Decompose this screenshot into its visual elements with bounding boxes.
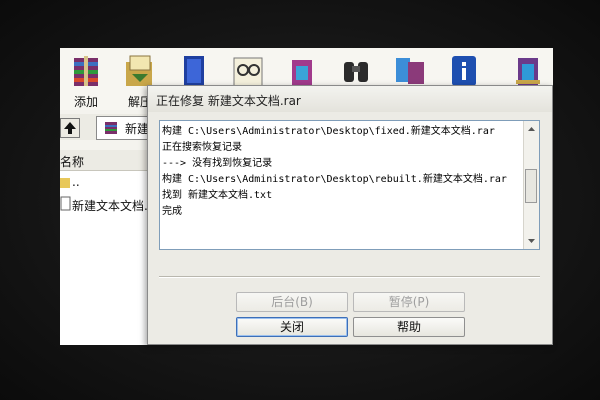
log-line: 构建 C:\Users\Administrator\Desktop\fixed.… [162, 126, 495, 137]
log-line: ---> 没有找到恢复记录 [162, 158, 273, 169]
repair-log[interactable]: 构建 C:\Users\Administrator\Desktop\fixed.… [159, 120, 540, 250]
help-button[interactable]: 帮助 [353, 317, 465, 337]
column-header-label: 名称 [60, 155, 85, 169]
archive-add-icon [74, 56, 98, 86]
list-item-name: .. [72, 175, 80, 189]
log-scrollbar[interactable] [523, 121, 539, 249]
dialog-separator [159, 276, 540, 278]
log-line: 完成 [162, 206, 182, 217]
list-item-name: 新建文本文档. [72, 199, 148, 213]
log-line: 构建 C:\Users\Administrator\Desktop\rebuil… [162, 174, 507, 185]
dialog-title: 正在修复 新建文本文档.rar [156, 94, 301, 108]
log-line: 找到 新建文本文档.txt [162, 190, 273, 201]
log-line: 正在搜索恢复记录 [162, 142, 242, 153]
up-folder-button[interactable] [60, 118, 80, 138]
close-button[interactable]: 关闭 [236, 317, 348, 337]
up-arrow-icon [64, 122, 76, 134]
scroll-up-icon[interactable] [525, 122, 538, 136]
pause-button[interactable]: 暂停(P) [353, 292, 465, 312]
repair-dialog: 正在修复 新建文本文档.rar 构建 C:\Users\Administrato… [147, 85, 553, 345]
add-button[interactable]: 添加 [62, 50, 110, 109]
address-text: 新建 [125, 122, 150, 136]
background-button[interactable]: 后台(B) [236, 292, 348, 312]
log-lines: 构建 C:\Users\Administrator\Desktop\fixed.… [162, 124, 522, 220]
scrollbar-thumb[interactable] [525, 169, 537, 203]
archive-icon [105, 122, 117, 134]
add-label: 添加 [73, 95, 98, 109]
scroll-down-icon[interactable] [525, 234, 538, 248]
dialog-title-bar[interactable]: 正在修复 新建文本文档.rar [148, 86, 552, 112]
